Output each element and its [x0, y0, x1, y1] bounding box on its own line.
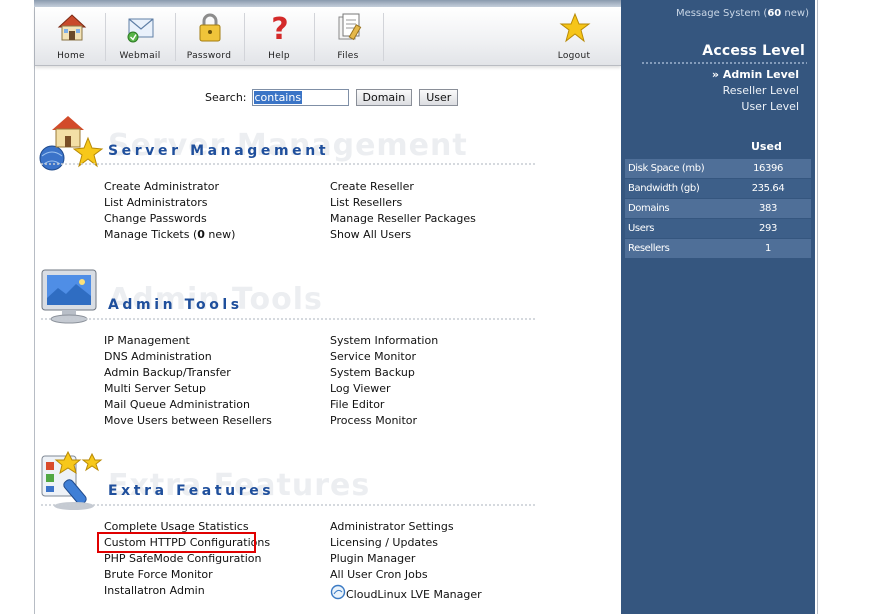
domain-search-button[interactable]: Domain — [355, 88, 413, 106]
all-user-cron-jobs-link[interactable]: All User Cron Jobs — [330, 568, 428, 581]
admin-tools-title: Admin Tools — [108, 297, 243, 313]
message-suffix: new) — [781, 8, 809, 19]
message-count: 60 — [767, 8, 782, 19]
table-row: Users 293 — [625, 219, 811, 238]
star-icon — [559, 12, 591, 43]
multi-server-setup-link[interactable]: Multi Server Setup — [104, 382, 206, 395]
webmail-label: Webmail — [119, 51, 161, 61]
stat-value: 383 — [759, 203, 777, 214]
help-label: Help — [268, 51, 290, 61]
home-label: Home — [57, 51, 85, 61]
dns-administration-link[interactable]: DNS Administration — [104, 350, 212, 363]
admin-level-link[interactable]: » Admin Level — [712, 68, 799, 81]
tickets-suffix: new) — [204, 228, 236, 241]
system-information-link[interactable]: System Information — [330, 334, 438, 347]
tickets-label: Manage Tickets ( — [104, 228, 198, 241]
table-row: Resellers 1 — [625, 239, 811, 258]
password-button[interactable]: Password — [174, 7, 244, 65]
usage-stats-table: Disk Space (mb) 16396 Bandwidth (gb) 235.6… — [625, 159, 811, 259]
mail-icon — [127, 18, 154, 43]
user-level-link[interactable]: User Level — [741, 100, 799, 113]
file-editor-link[interactable]: File Editor — [330, 398, 384, 411]
move-users-between-resellers-link[interactable]: Move Users between Resellers — [104, 414, 272, 427]
user-search-button[interactable]: User — [419, 88, 459, 106]
search-input[interactable]: contains — [251, 88, 349, 106]
search-label: Search: — [205, 90, 247, 104]
php-safemode-configuration-link[interactable]: PHP SafeMode Configuration — [104, 552, 261, 565]
used-header: Used — [751, 140, 782, 153]
search-input-value: contains — [253, 90, 303, 104]
brute-force-monitor-link[interactable]: Brute Force Monitor — [104, 568, 213, 581]
licensing-updates-link[interactable]: Licensing / Updates — [330, 536, 438, 549]
logout-button[interactable]: Logout — [539, 7, 609, 65]
table-row: Bandwidth (gb) 235.64 — [625, 179, 811, 198]
stat-label: Users — [628, 223, 655, 234]
server-management-title: Server Management — [108, 143, 330, 159]
files-icon — [338, 13, 362, 41]
search-bar: Search: contains Domain User — [205, 88, 459, 106]
question-mark-icon: ? — [271, 12, 288, 45]
stat-label: Domains — [628, 203, 670, 214]
manage-tickets-link[interactable]: Manage Tickets (0 new) — [104, 228, 235, 241]
stat-label: Bandwidth (gb) — [628, 183, 700, 194]
create-administrator-link[interactable]: Create Administrator — [104, 180, 219, 193]
cloudlinux-lve-manager-link[interactable]: CloudLinux LVE Manager — [330, 583, 482, 601]
cloudlinux-icon — [330, 584, 346, 600]
manage-reseller-packages-link[interactable]: Manage Reseller Packages — [330, 212, 476, 225]
mail-queue-administration-link[interactable]: Mail Queue Administration — [104, 398, 250, 411]
help-button[interactable]: ? Help — [244, 7, 314, 65]
table-row: Disk Space (mb) 16396 — [625, 159, 811, 178]
section-divider — [40, 504, 535, 506]
extra-features-icon — [41, 450, 103, 510]
toolbar-separator — [383, 13, 384, 61]
stat-label: Disk Space (mb) — [628, 163, 705, 174]
tickets-count: 0 — [197, 228, 205, 241]
red-highlight-box — [97, 532, 256, 553]
message-system[interactable]: Message System (60 new) — [621, 8, 809, 19]
monitor-icon — [41, 269, 97, 324]
stat-label: Resellers — [628, 243, 670, 254]
service-monitor-link[interactable]: Service Monitor — [330, 350, 416, 363]
installatron-admin-link[interactable]: Installatron Admin — [104, 584, 205, 597]
extra-features-title: Extra Features — [108, 483, 275, 499]
files-button[interactable]: Files — [313, 7, 383, 65]
panel-top — [621, 0, 815, 7]
cloudlinux-label: CloudLinux LVE Manager — [346, 588, 482, 601]
stat-value: 1 — [765, 243, 771, 254]
dotted-divider — [641, 62, 807, 64]
section-divider — [40, 163, 535, 165]
stat-value: 293 — [759, 223, 777, 234]
create-reseller-link[interactable]: Create Reseller — [330, 180, 414, 193]
message-system-label: Message System ( — [675, 8, 768, 19]
admin-backup-transfer-link[interactable]: Admin Backup/Transfer — [104, 366, 231, 379]
ip-management-link[interactable]: IP Management — [104, 334, 190, 347]
access-level-title: Access Level — [702, 43, 805, 59]
reseller-level-link[interactable]: Reseller Level — [723, 84, 799, 97]
process-monitor-link[interactable]: Process Monitor — [330, 414, 417, 427]
logout-label: Logout — [557, 51, 591, 61]
password-label: Password — [186, 51, 232, 61]
webmail-button[interactable]: Webmail — [105, 7, 175, 65]
administrator-settings-link[interactable]: Administrator Settings — [330, 520, 454, 533]
section-divider — [40, 318, 535, 320]
show-all-users-link[interactable]: Show All Users — [330, 228, 411, 241]
top-strip — [34, 0, 621, 7]
plugin-manager-link[interactable]: Plugin Manager — [330, 552, 415, 565]
top-toolbar: Home Webmail Password ? Help Files Logou… — [35, 7, 621, 66]
log-viewer-link[interactable]: Log Viewer — [330, 382, 391, 395]
house-icon — [57, 14, 87, 41]
files-label: Files — [337, 51, 359, 61]
list-resellers-link[interactable]: List Resellers — [330, 196, 402, 209]
table-row: Domains 383 — [625, 199, 811, 218]
stat-value: 235.64 — [751, 183, 785, 194]
list-administrators-link[interactable]: List Administrators — [104, 196, 207, 209]
stat-value: 16396 — [753, 163, 783, 174]
svg-text:?: ? — [271, 12, 288, 45]
padlock-icon — [199, 13, 221, 42]
home-button[interactable]: Home — [36, 7, 106, 65]
system-backup-link[interactable]: System Backup — [330, 366, 415, 379]
access-panel: Message System (60 new) Access Level » A… — [621, 7, 815, 614]
change-passwords-link[interactable]: Change Passwords — [104, 212, 207, 225]
